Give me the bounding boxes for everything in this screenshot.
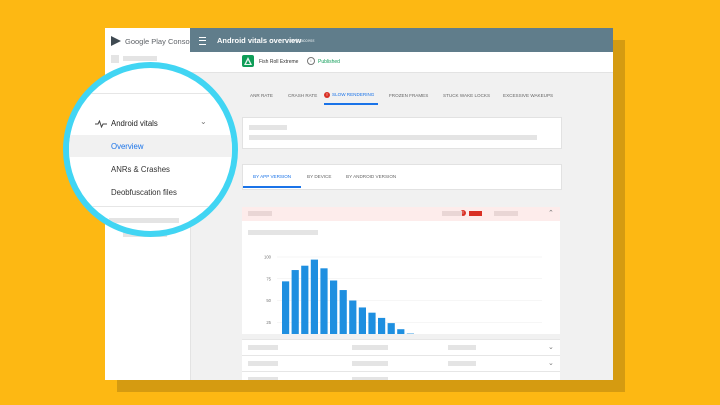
info-icon[interactable]: i — [307, 57, 315, 65]
y-tick-label: 25 — [266, 320, 271, 325]
sidebar-item-label: Deobfuscation files — [111, 188, 177, 197]
error-indicator — [469, 211, 482, 216]
placeholder-text — [109, 218, 179, 223]
publish-status: Published — [318, 59, 340, 65]
sidebar-item-anrs-crashes[interactable]: ANRs & Crashes — [69, 159, 232, 181]
histogram-bar — [339, 290, 347, 334]
tab-frozen-frames[interactable]: FROZEN FRAMES — [389, 93, 428, 98]
sidebar-item-label: Android vitals — [111, 119, 158, 128]
warning-icon: ! — [324, 92, 330, 98]
histogram-bar — [330, 280, 338, 334]
sidebar-item-android-vitals[interactable]: Android vitals ⌄ — [69, 112, 232, 136]
chevron-down-icon[interactable]: ⌄ — [548, 343, 554, 351]
tab-slow-rendering[interactable]: ! SLOW RENDERING — [324, 92, 374, 98]
placeholder-text — [123, 56, 157, 61]
histogram-svg: 100755025016ms100ms700ms — [264, 255, 542, 334]
histogram-bar — [301, 265, 309, 334]
active-subtab-indicator — [243, 186, 301, 188]
placeholder-text — [248, 361, 278, 366]
table-row[interactable]: ⌄ — [242, 339, 560, 355]
app-name: Fish Roll Extreme — [259, 59, 299, 65]
zoom-highlight-circle: Android vitals ⌄ Overview ANRs & Crashes… — [63, 62, 238, 237]
placeholder-text — [448, 361, 476, 366]
table-row[interactable] — [242, 371, 560, 380]
tab-by-android-version[interactable]: BY ANDROID VERSION — [346, 174, 396, 179]
histogram-bar — [310, 259, 318, 334]
divider — [69, 93, 232, 94]
placeholder-text — [352, 345, 388, 350]
tab-stuck-wake-locks[interactable]: STUCK WAKE LOCKS — [443, 93, 490, 98]
histogram-bar — [368, 312, 376, 334]
y-tick-label: 75 — [266, 276, 271, 281]
menu-icon[interactable] — [199, 37, 206, 45]
sidebar-item-label: ANRs & Crashes — [111, 165, 170, 174]
divider — [69, 206, 232, 207]
sidebar-item-deobfuscation-files[interactable]: Deobfuscation files — [69, 182, 232, 204]
chevron-up-icon[interactable]: ⌃ — [548, 209, 554, 217]
placeholder-text — [249, 135, 537, 140]
placeholder-text — [248, 345, 278, 350]
histogram-bar — [397, 329, 405, 334]
histogram-bar — [358, 307, 366, 334]
early-access-label: Early access — [289, 38, 315, 43]
histogram-bar — [291, 270, 299, 334]
placeholder-icon — [111, 55, 119, 63]
slow-rendering-chart: 100755025016ms100ms700ms — [242, 221, 560, 334]
active-tab-indicator — [324, 103, 378, 105]
placeholder-text — [249, 125, 287, 130]
table-row[interactable]: ⌄ — [242, 355, 560, 371]
breakdown-tabs: BY APP VERSION BY DEVICE BY ANDROID VERS… — [242, 164, 562, 190]
tab-anr-rate[interactable]: ANR RATE — [250, 93, 273, 98]
y-tick-label: 100 — [264, 255, 272, 260]
placeholder-text — [442, 211, 462, 216]
vitals-icon — [95, 120, 107, 128]
app-icon — [242, 55, 254, 67]
tab-crash-rate[interactable]: CRASH RATE — [288, 93, 317, 98]
y-tick-label: 50 — [266, 298, 271, 303]
tab-by-device[interactable]: BY DEVICE — [307, 174, 331, 179]
placeholder-icon — [86, 216, 93, 223]
app-header: Fish Roll Extreme i Published — [190, 52, 613, 73]
histogram-bar — [378, 317, 386, 334]
top-app-bar: Android vitals overview Early access — [190, 28, 613, 52]
chevron-down-icon[interactable]: ⌄ — [548, 359, 554, 367]
brand-name: Google Play Console — [125, 36, 196, 46]
chevron-down-icon[interactable]: ⌄ — [200, 117, 207, 126]
tab-slow-rendering-label: SLOW RENDERING — [332, 92, 375, 98]
placeholder-text — [248, 377, 278, 380]
play-console-logo-icon — [111, 36, 121, 46]
brand[interactable]: Google Play Console — [111, 34, 195, 48]
summary-card — [242, 117, 562, 149]
placeholder-text — [352, 361, 388, 366]
histogram-bar — [282, 281, 290, 334]
sidebar-item-overview[interactable]: Overview — [69, 135, 232, 157]
histogram-bar — [320, 268, 328, 334]
histogram-bar — [387, 323, 395, 334]
tab-excessive-wakeups[interactable]: EXCESSIVE WAKEUPS — [503, 93, 553, 98]
sidebar-item-label: Overview — [111, 142, 144, 151]
placeholder-text — [498, 211, 518, 216]
placeholder-text — [248, 211, 272, 216]
tab-by-app-version[interactable]: BY APP VERSION — [253, 174, 291, 179]
placeholder-text — [448, 345, 476, 350]
histogram-bar — [349, 300, 357, 334]
placeholder-text — [352, 377, 388, 380]
